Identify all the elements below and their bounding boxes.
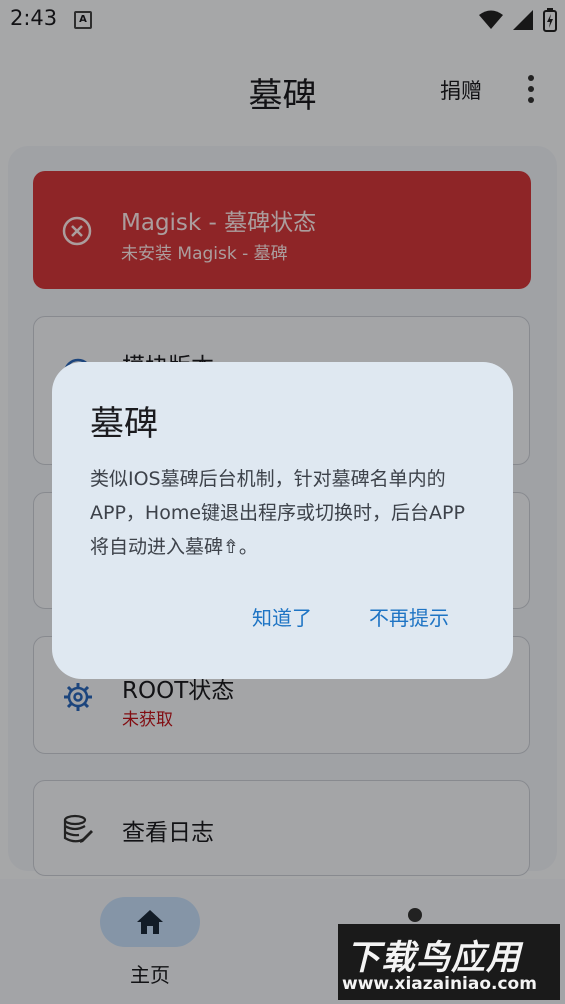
watermark-url: www.xiazainiao.com (342, 974, 537, 994)
tombstone-dialog: 墓碑 类似IOS墓碑后台机制，针对墓碑名单内的APP，Home键退出程序或切换时… (52, 362, 513, 679)
dont-remind-button[interactable]: 不再提示 (369, 602, 449, 631)
watermark-brand: 下载鸟应用 (346, 938, 521, 978)
got-it-button[interactable]: 知道了 (252, 602, 312, 631)
dialog-body: 类似IOS墓碑后台机制，针对墓碑名单内的APP，Home键退出程序或切换时，后台… (90, 468, 465, 558)
dialog-title: 墓碑 (90, 404, 158, 444)
watermark: 下载鸟应用 www.xiazainiao.com (338, 924, 560, 1000)
